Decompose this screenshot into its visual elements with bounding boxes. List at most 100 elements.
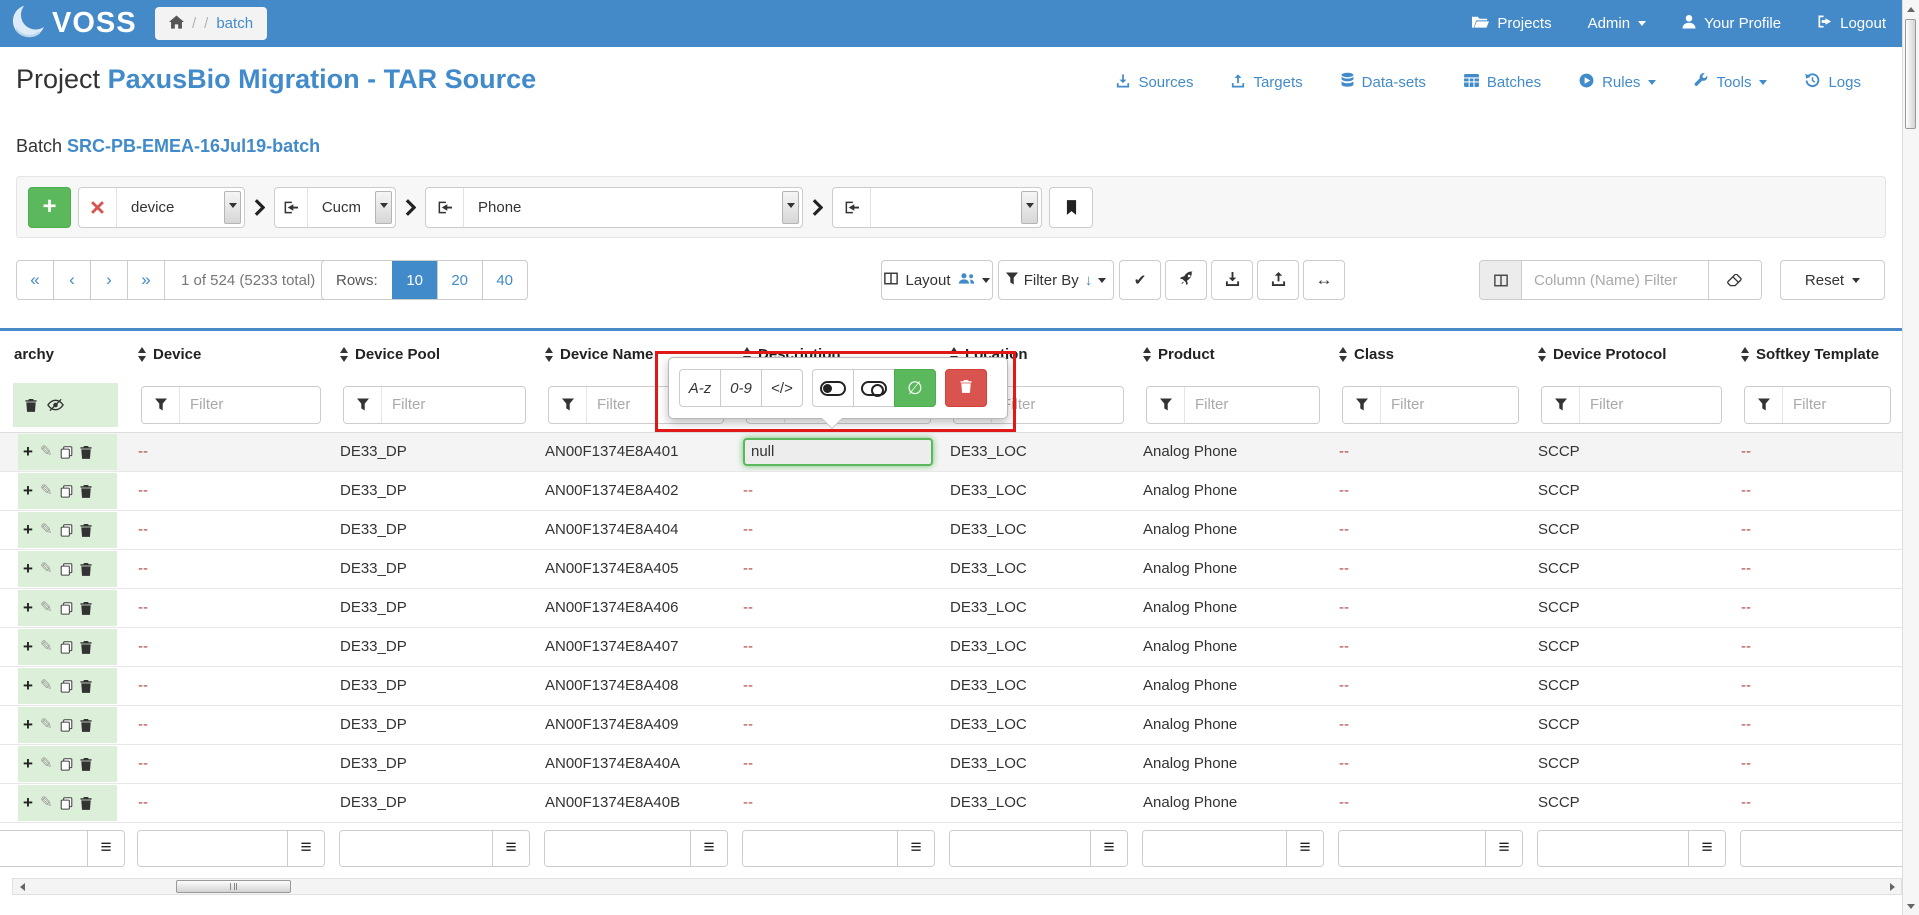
add-selector-button[interactable]: + (28, 187, 71, 228)
add-row-icon[interactable]: + (23, 599, 33, 616)
voss-logo[interactable]: VOSS (10, 2, 137, 45)
sign-in-icon[interactable] (426, 188, 464, 227)
horizontal-scrollbar[interactable] (12, 878, 1902, 895)
copy-row-icon[interactable] (60, 445, 73, 459)
hamburger-menu-icon[interactable]: ≡ (690, 831, 727, 866)
subnav-item-targets[interactable]: Targets (1231, 73, 1302, 92)
edit-row-icon[interactable]: ✎ (40, 795, 53, 810)
delete-value-button[interactable] (945, 369, 987, 407)
copy-row-icon[interactable] (60, 484, 73, 498)
select-arrow[interactable] (375, 191, 392, 224)
add-row-icon[interactable]: + (23, 482, 33, 499)
footer-summary-input[interactable] (545, 831, 690, 866)
run-button[interactable] (1165, 260, 1207, 300)
vertical-scrollbar[interactable] (1902, 0, 1919, 915)
copy-row-icon[interactable] (60, 796, 73, 810)
delete-row-icon[interactable] (80, 796, 92, 810)
copy-row-icon[interactable] (60, 640, 73, 654)
filter-input-product[interactable] (1185, 387, 1319, 423)
scroll-right-arrow[interactable] (1884, 879, 1901, 894)
copy-row-icon[interactable] (60, 523, 73, 537)
footer-summary-input[interactable] (138, 831, 287, 866)
set-null-button[interactable]: ∅ (894, 369, 936, 407)
navbar-item-your-profile[interactable]: Your Profile (1682, 14, 1781, 33)
add-row-icon[interactable]: + (23, 638, 33, 655)
add-row-icon[interactable]: + (23, 443, 33, 460)
first-page-button[interactable]: « (17, 261, 54, 299)
column-header-device-pool[interactable]: Device Pool (332, 331, 537, 378)
hamburger-menu-icon[interactable]: ≡ (287, 831, 324, 866)
export-button[interactable] (1257, 260, 1299, 300)
delete-row-icon[interactable] (80, 445, 92, 459)
add-row-icon[interactable]: + (23, 716, 33, 733)
add-row-icon[interactable]: + (23, 794, 33, 811)
copy-row-icon[interactable] (60, 562, 73, 576)
add-row-icon[interactable]: + (23, 755, 33, 772)
edit-row-icon[interactable]: ✎ (40, 444, 53, 459)
delete-row-icon[interactable] (80, 601, 92, 615)
filter-input-location[interactable] (992, 387, 1123, 423)
add-row-icon[interactable]: + (23, 521, 33, 538)
delete-filters-trash-icon[interactable] (25, 398, 37, 412)
select-arrow[interactable] (782, 191, 799, 224)
last-page-button[interactable]: » (128, 261, 165, 299)
column-header-softkey-template[interactable]: Softkey Template (1733, 331, 1902, 378)
footer-summary-input[interactable] (1538, 831, 1688, 866)
hamburger-menu-icon[interactable]: ≡ (1688, 831, 1725, 866)
import-button[interactable] (1211, 260, 1253, 300)
filter-by-button[interactable]: Filter By ↓ (998, 260, 1114, 300)
copy-row-icon[interactable] (60, 757, 73, 771)
level-1-select[interactable]: Cucm (274, 187, 396, 228)
edit-row-icon[interactable]: ✎ (40, 561, 53, 576)
sign-in-icon[interactable] (833, 188, 871, 227)
column-filter-input[interactable] (1522, 261, 1708, 299)
delete-row-icon[interactable] (80, 640, 92, 654)
rows-option-20[interactable]: 20 (437, 261, 482, 299)
expand-columns-button[interactable]: ↔ (1303, 260, 1345, 300)
select-arrow[interactable] (224, 191, 241, 224)
footer-summary-input[interactable] (1339, 831, 1485, 866)
horizontal-scroll-thumb[interactable] (176, 880, 291, 893)
footer-summary-input[interactable] (340, 831, 492, 866)
previous-page-button[interactable]: ‹ (54, 261, 91, 299)
delete-row-icon[interactable] (80, 562, 92, 576)
column-header-class[interactable]: Class (1331, 331, 1530, 378)
edit-row-icon[interactable]: ✎ (40, 600, 53, 615)
copy-row-icon[interactable] (60, 601, 73, 615)
column-header-archy[interactable]: archy (0, 331, 130, 378)
numeric-value-button[interactable]: 0-9 (720, 369, 762, 407)
edit-row-icon[interactable]: ✎ (40, 639, 53, 654)
navbar-item-logout[interactable]: Logout (1817, 14, 1886, 33)
rows-option-40[interactable]: 40 (482, 261, 527, 299)
toggle-on-button[interactable] (812, 369, 854, 407)
edit-row-icon[interactable]: ✎ (40, 678, 53, 693)
copy-row-icon[interactable] (60, 718, 73, 732)
delete-row-icon[interactable] (80, 484, 92, 498)
filter-input-device-pool[interactable] (382, 387, 525, 423)
edit-row-icon[interactable]: ✎ (40, 522, 53, 537)
breadcrumb-current[interactable]: batch (216, 15, 253, 32)
rows-option-10[interactable]: 10 (392, 261, 437, 299)
footer-summary-input[interactable] (1143, 831, 1286, 866)
delete-row-icon[interactable] (80, 679, 92, 693)
code-value-button[interactable]: </> (761, 369, 803, 407)
home-icon[interactable] (169, 15, 184, 33)
add-row-icon[interactable]: + (23, 677, 33, 694)
subnav-item-sources[interactable]: Sources (1116, 73, 1193, 92)
hamburger-menu-icon[interactable]: ≡ (897, 831, 934, 866)
column-header-product[interactable]: Product (1135, 331, 1331, 378)
edit-row-icon[interactable]: ✎ (40, 756, 53, 771)
footer-summary-input[interactable] (0, 831, 87, 866)
description-edit-input[interactable] (743, 438, 933, 466)
subnav-item-rules[interactable]: Rules (1579, 73, 1656, 92)
layout-button[interactable]: Layout (881, 260, 993, 300)
footer-summary-input[interactable] (1741, 831, 1902, 866)
next-page-button[interactable]: › (91, 261, 128, 299)
level-2-select[interactable]: Phone (425, 187, 803, 228)
column-header-device[interactable]: Device (130, 331, 332, 378)
edit-row-icon[interactable]: ✎ (40, 483, 53, 498)
hide-filters-eye-slash-icon[interactable] (47, 398, 64, 412)
scroll-down-arrow[interactable] (1903, 898, 1918, 915)
delete-row-icon[interactable] (80, 757, 92, 771)
subnav-item-batches[interactable]: Batches (1464, 74, 1541, 91)
